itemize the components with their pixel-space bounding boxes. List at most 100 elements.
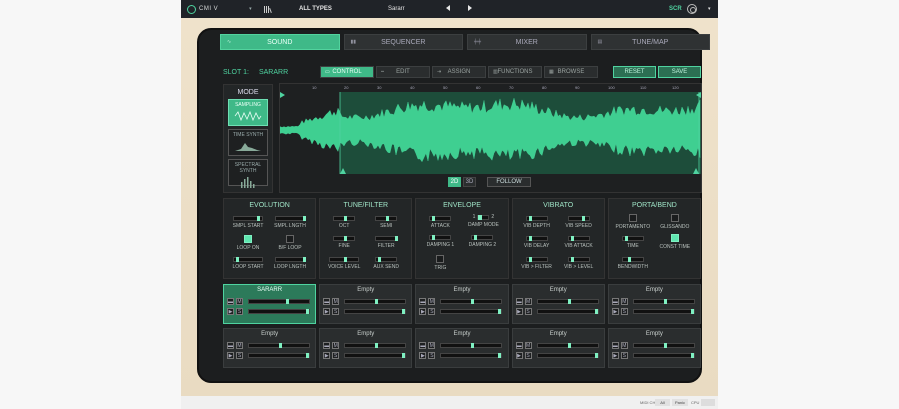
loop-on-toggle[interactable]: LOOP ON bbox=[230, 235, 266, 251]
app-logo[interactable]: CMI V ▾ bbox=[187, 4, 252, 14]
slot-volume-slider[interactable] bbox=[440, 343, 503, 348]
next-preset-icon[interactable] bbox=[468, 5, 472, 11]
folder-icon[interactable]: ▬ bbox=[515, 342, 523, 349]
sound-slot[interactable]: Empty ▬ M ▶ S bbox=[607, 328, 701, 368]
slot-pan-slider[interactable] bbox=[344, 353, 407, 358]
play-icon[interactable]: ▶ bbox=[323, 352, 331, 359]
slot-pan-slider[interactable] bbox=[248, 309, 310, 314]
mute-button[interactable]: M bbox=[524, 298, 532, 305]
panic-button[interactable]: Panic bbox=[672, 399, 688, 406]
play-icon[interactable]: ▶ bbox=[227, 352, 234, 359]
folder-icon[interactable]: ▬ bbox=[515, 298, 523, 305]
solo-button[interactable]: S bbox=[524, 308, 532, 315]
play-icon[interactable]: ▶ bbox=[323, 308, 331, 315]
slot-volume-slider[interactable] bbox=[440, 299, 503, 304]
vib-to-filter-control[interactable]: VIB > FILTER bbox=[519, 257, 555, 270]
mode-time-synth-button[interactable]: TIME SYNTH bbox=[228, 129, 268, 156]
mute-button[interactable]: M bbox=[428, 298, 436, 305]
sound-slot[interactable]: SARARR ▬ M ▶ S bbox=[223, 284, 317, 324]
sound-slot[interactable]: Empty ▬ M ▶ S bbox=[511, 328, 605, 368]
sound-slot[interactable]: Empty ▬ M ▶ S bbox=[319, 328, 413, 368]
follow-button[interactable]: FOLLOW bbox=[487, 177, 531, 187]
folder-icon[interactable]: ▬ bbox=[323, 342, 331, 349]
filter-control[interactable]: FILTER bbox=[368, 236, 404, 249]
slot-pan-slider[interactable] bbox=[632, 309, 695, 314]
user-account-icon[interactable] bbox=[687, 4, 697, 14]
folder-icon[interactable]: ▬ bbox=[419, 298, 427, 305]
settings-chevron-icon[interactable]: ▾ bbox=[708, 6, 711, 12]
const-time-toggle[interactable]: CONST TIME bbox=[657, 234, 693, 250]
sound-slot[interactable]: Empty ▬ M ▶ S bbox=[607, 284, 701, 324]
loop-start-control[interactable]: LOOP START bbox=[230, 257, 266, 270]
tab-sequencer[interactable]: ▮▮ SEQUENCER bbox=[343, 34, 463, 50]
semitone-control[interactable]: SEMI bbox=[368, 216, 404, 229]
vib-speed-control[interactable]: VIB SPEED bbox=[561, 216, 597, 229]
reset-button[interactable]: RESET bbox=[613, 66, 656, 78]
sound-slot[interactable]: Empty ▬ M ▶ S bbox=[319, 284, 413, 324]
subtab-control[interactable]: ▭ CONTROL bbox=[320, 66, 374, 78]
view-3d-button[interactable]: 3D bbox=[463, 177, 476, 187]
subtab-edit[interactable]: ┅ EDIT bbox=[376, 66, 430, 78]
solo-button[interactable]: S bbox=[620, 352, 628, 359]
bf-loop-toggle[interactable]: B/F LOOP bbox=[272, 235, 308, 251]
view-2d-button[interactable]: 2D bbox=[448, 177, 461, 187]
folder-icon[interactable]: ▬ bbox=[419, 342, 427, 349]
tab-mixer[interactable]: ╪╪ MIXER bbox=[467, 34, 587, 50]
midi-channel-select[interactable]: All bbox=[655, 399, 670, 406]
mute-button[interactable]: M bbox=[620, 298, 628, 305]
solo-button[interactable]: S bbox=[620, 308, 628, 315]
damping-2-control[interactable]: DAMPING 2 bbox=[464, 235, 500, 248]
slot-volume-slider[interactable] bbox=[632, 299, 695, 304]
slot-volume-slider[interactable] bbox=[344, 299, 407, 304]
preset-type-filter[interactable]: ALL TYPES bbox=[299, 6, 332, 12]
slot-pan-slider[interactable] bbox=[536, 309, 599, 314]
tab-tune-map[interactable]: ▤ TUNE/MAP bbox=[590, 34, 710, 50]
preset-name[interactable]: Sararr bbox=[388, 6, 405, 12]
slot-pan-slider[interactable] bbox=[440, 353, 503, 358]
slot-pan-slider[interactable] bbox=[344, 309, 407, 314]
solo-button[interactable]: S bbox=[332, 352, 340, 359]
sample-start-marker[interactable] bbox=[280, 92, 285, 98]
play-icon[interactable]: ▶ bbox=[515, 352, 523, 359]
subtab-assign[interactable]: ⇥ ASSIGN bbox=[432, 66, 486, 78]
mode-spectral-synth-button[interactable]: SPECTRAL SYNTH bbox=[228, 159, 268, 188]
previous-preset-icon[interactable] bbox=[446, 5, 450, 11]
sample-length-control[interactable]: SMPL LNGTH bbox=[272, 216, 308, 229]
folder-icon[interactable]: ▬ bbox=[323, 298, 331, 305]
trig-toggle[interactable]: TRIG bbox=[422, 255, 458, 271]
play-icon[interactable]: ▶ bbox=[419, 308, 427, 315]
vib-attack-control[interactable]: VIB ATTACK bbox=[561, 236, 597, 249]
voice-level-control[interactable]: VOICE LEVEL bbox=[326, 257, 362, 270]
mute-button[interactable]: M bbox=[332, 342, 340, 349]
damping-1-control[interactable]: DAMPING 1 bbox=[422, 235, 458, 248]
mute-button[interactable]: M bbox=[428, 342, 436, 349]
mute-button[interactable]: M bbox=[524, 342, 532, 349]
solo-button[interactable]: S bbox=[236, 352, 243, 359]
slot-volume-slider[interactable] bbox=[536, 299, 599, 304]
play-icon[interactable]: ▶ bbox=[515, 308, 523, 315]
mute-button[interactable]: M bbox=[236, 342, 243, 349]
octave-control[interactable]: OCT bbox=[326, 216, 362, 229]
play-icon[interactable]: ▶ bbox=[419, 352, 427, 359]
slot-pan-slider[interactable] bbox=[248, 353, 310, 358]
sound-slot[interactable]: Empty ▬ M ▶ S bbox=[511, 284, 605, 324]
glissando-toggle[interactable]: GLISSANDO bbox=[657, 214, 693, 230]
slot-pan-slider[interactable] bbox=[440, 309, 503, 314]
play-icon[interactable]: ▶ bbox=[611, 308, 619, 315]
sound-slot[interactable]: Empty ▬ M ▶ S bbox=[415, 284, 509, 324]
solo-button[interactable]: S bbox=[524, 352, 532, 359]
mute-button[interactable]: M bbox=[332, 298, 340, 305]
tab-sound[interactable]: ∿ SOUND bbox=[220, 34, 340, 50]
sound-slot[interactable]: Empty ▬ M ▶ S bbox=[223, 328, 317, 368]
slot-pan-slider[interactable] bbox=[536, 353, 599, 358]
folder-icon[interactable]: ▬ bbox=[611, 342, 619, 349]
slot-volume-slider[interactable] bbox=[632, 343, 695, 348]
vib-depth-control[interactable]: VIB DEPTH bbox=[519, 216, 555, 229]
porta-time-control[interactable]: TIME bbox=[615, 236, 651, 249]
waveform-display[interactable]: 10 20 30 40 50 60 70 80 90 100 110 120 2… bbox=[279, 83, 702, 193]
subtab-browse[interactable]: ▦ BROWSE bbox=[544, 66, 598, 78]
portamento-toggle[interactable]: PORTAMENTO bbox=[615, 214, 651, 230]
folder-icon[interactable]: ▬ bbox=[227, 298, 234, 305]
app-menu-chevron-icon[interactable]: ▾ bbox=[249, 6, 252, 12]
folder-icon[interactable]: ▬ bbox=[611, 298, 619, 305]
